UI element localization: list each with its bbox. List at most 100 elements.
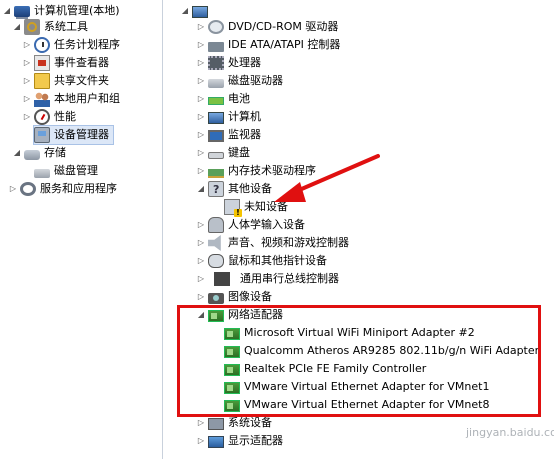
tree-item-performance[interactable]: ▷ 性能 xyxy=(22,108,76,126)
category-display-adapters[interactable]: ▷ 显示适配器 xyxy=(196,432,283,450)
expand-arrow-icon[interactable]: ▷ xyxy=(196,144,206,162)
collapse-arrow-icon[interactable]: ◢ xyxy=(196,180,206,198)
users-icon xyxy=(34,91,50,107)
tree-item-label: 设备管理器 xyxy=(54,128,109,141)
tree-item-storage[interactable]: ◢ 存储 xyxy=(12,144,66,162)
category-processor[interactable]: ▷ 处理器 xyxy=(196,54,261,72)
network-adapter-icon xyxy=(224,346,240,358)
expand-arrow-icon[interactable]: ▷ xyxy=(8,180,18,198)
category-system-devices[interactable]: ▷ 系统设备 xyxy=(196,414,272,432)
category-mice[interactable]: ▷ 鼠标和其他指针设备 xyxy=(196,252,327,270)
expand-arrow-icon[interactable]: ▷ xyxy=(196,72,206,90)
tree-item-task-scheduler[interactable]: ▷ 任务计划程序 xyxy=(22,36,120,54)
expand-arrow-icon[interactable]: ▷ xyxy=(196,270,206,288)
network-adapter-item[interactable]: Qualcomm Atheros AR9285 802.11b/g/n WiFi… xyxy=(224,342,539,360)
unknown-device-category-icon xyxy=(208,181,224,199)
category-usb[interactable]: ▷ 通用串行总线控制器 xyxy=(196,270,339,288)
network-adapter-item[interactable]: VMware Virtual Ethernet Adapter for VMne… xyxy=(224,378,489,396)
category-label: 处理器 xyxy=(228,56,261,69)
category-label: 其他设备 xyxy=(228,182,272,195)
expand-arrow-icon[interactable]: ▷ xyxy=(22,108,32,126)
category-label: DVD/CD-ROM 驱动器 xyxy=(228,20,339,33)
expand-arrow-icon[interactable]: ▷ xyxy=(196,162,206,180)
tree-item-label: 共享文件夹 xyxy=(54,74,109,87)
device-manager-icon xyxy=(34,127,50,143)
storage-icon xyxy=(24,149,40,160)
category-computer[interactable]: ▷ 计算机 xyxy=(196,108,261,126)
category-network-adapters[interactable]: ◢ 网络适配器 xyxy=(196,306,283,324)
collapse-arrow-icon[interactable]: ◢ xyxy=(12,144,22,162)
tree-item-services-apps[interactable]: ▷ 服务和应用程序 xyxy=(8,180,117,198)
collapse-arrow-icon[interactable]: ◢ xyxy=(12,18,22,36)
device-unknown[interactable]: 未知设备 xyxy=(224,198,288,217)
category-label: 监视器 xyxy=(228,128,261,141)
category-sound[interactable]: ▷ 声音、视频和游戏控制器 xyxy=(196,234,349,252)
category-label: 图像设备 xyxy=(228,290,272,303)
category-memory-tech[interactable]: ▷ 内存技术驱动程序 xyxy=(196,162,316,180)
watermark: jingyan.baidu.com xyxy=(466,426,554,439)
cd-drive-icon xyxy=(208,20,224,34)
network-adapter-item[interactable]: Realtek PCIe FE Family Controller xyxy=(224,360,426,378)
category-keyboards[interactable]: ▷ 键盘 xyxy=(196,144,250,162)
category-battery[interactable]: ▷ 电池 xyxy=(196,90,250,108)
tree-item-local-users[interactable]: ▷ 本地用户和组 xyxy=(22,90,120,108)
network-adapter-icon xyxy=(224,364,240,376)
disk-drive-icon xyxy=(208,78,224,88)
system-tools-icon xyxy=(24,19,40,35)
expand-arrow-icon[interactable]: ▷ xyxy=(196,90,206,108)
disk-icon xyxy=(34,168,50,178)
tree-item-shared-folders[interactable]: ▷ 共享文件夹 xyxy=(22,72,109,90)
system-device-icon xyxy=(208,418,224,430)
processor-icon xyxy=(208,56,224,70)
console-tree: ◢ 计算机管理(本地) ◢ 系统工具 ▷ 任务计划程序 ▷ 事件查看器 ▷ 共享… xyxy=(0,0,163,459)
expand-arrow-icon[interactable]: ▷ xyxy=(196,18,206,36)
category-imaging[interactable]: ▷ 图像设备 xyxy=(196,288,272,306)
expand-arrow-icon[interactable]: ▷ xyxy=(22,72,32,90)
expand-arrow-icon[interactable]: ▷ xyxy=(196,216,206,234)
keyboard-icon xyxy=(208,152,224,159)
category-other-devices[interactable]: ◢ 其他设备 xyxy=(196,180,272,199)
tree-item-label: 存储 xyxy=(44,146,66,159)
expand-arrow-icon[interactable]: ▷ xyxy=(196,414,206,432)
tree-item-label: 服务和应用程序 xyxy=(40,182,117,195)
category-label: IDE ATA/ATAPI 控制器 xyxy=(228,38,341,51)
tree-item-disk-management[interactable]: 磁盘管理 xyxy=(34,162,98,180)
device-label: Qualcomm Atheros AR9285 802.11b/g/n WiFi… xyxy=(244,344,540,357)
speaker-icon xyxy=(208,235,221,251)
tree-item-device-manager[interactable]: 设备管理器 xyxy=(33,125,114,145)
category-label: 声音、视频和游戏控制器 xyxy=(228,236,349,249)
category-label: 磁盘驱动器 xyxy=(228,74,283,87)
category-ide[interactable]: ▷ IDE ATA/ATAPI 控制器 xyxy=(196,36,340,54)
tree-item-label: 事件查看器 xyxy=(54,56,109,69)
network-adapter-item[interactable]: VMware Virtual Ethernet Adapter for VMne… xyxy=(224,396,489,414)
expand-arrow-icon[interactable]: ▷ xyxy=(196,36,206,54)
collapse-arrow-icon[interactable]: ◢ xyxy=(196,306,206,324)
expand-arrow-icon[interactable]: ▷ xyxy=(22,36,32,54)
expand-arrow-icon[interactable]: ▷ xyxy=(196,432,206,450)
tree-item-label: 本地用户和组 xyxy=(54,92,120,105)
expand-arrow-icon[interactable]: ▷ xyxy=(196,252,206,270)
clock-icon xyxy=(34,37,50,53)
category-label: 系统设备 xyxy=(228,416,272,429)
category-hid[interactable]: ▷ 人体学输入设备 xyxy=(196,216,305,234)
tree-item-event-viewer[interactable]: ▷ 事件查看器 xyxy=(22,54,109,72)
ide-controller-icon xyxy=(208,41,224,52)
collapse-arrow-icon[interactable]: ◢ xyxy=(180,2,190,20)
expand-arrow-icon[interactable]: ▷ xyxy=(22,90,32,108)
collapse-arrow-icon[interactable]: ◢ xyxy=(2,2,12,20)
display-adapter-icon xyxy=(208,436,224,448)
category-monitors[interactable]: ▷ 监视器 xyxy=(196,126,261,144)
tree-item-system-tools[interactable]: ◢ 系统工具 xyxy=(12,18,88,36)
category-disk-drives[interactable]: ▷ 磁盘驱动器 xyxy=(196,72,283,90)
expand-arrow-icon[interactable]: ▷ xyxy=(196,234,206,252)
expand-arrow-icon[interactable]: ▷ xyxy=(196,288,206,306)
category-dvd[interactable]: ▷ DVD/CD-ROM 驱动器 xyxy=(196,18,338,36)
computer-icon xyxy=(192,6,208,18)
network-adapter-item[interactable]: Microsoft Virtual WiFi Miniport Adapter … xyxy=(224,324,475,342)
category-label: 鼠标和其他指针设备 xyxy=(228,254,327,267)
battery-icon xyxy=(208,97,224,105)
expand-arrow-icon[interactable]: ▷ xyxy=(196,108,206,126)
expand-arrow-icon[interactable]: ▷ xyxy=(196,126,206,144)
expand-arrow-icon[interactable]: ▷ xyxy=(22,54,32,72)
expand-arrow-icon[interactable]: ▷ xyxy=(196,54,206,72)
